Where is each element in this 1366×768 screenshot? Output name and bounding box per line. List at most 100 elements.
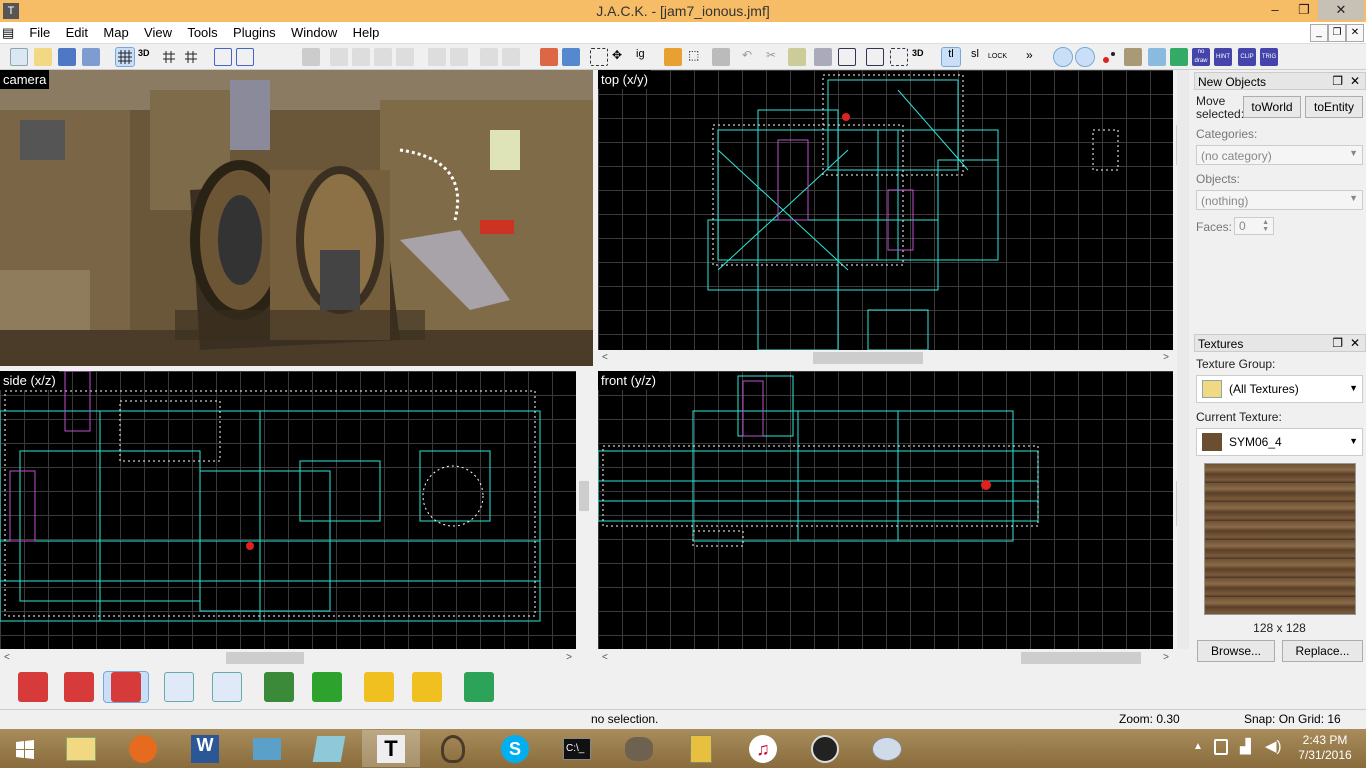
open-file-icon[interactable] [34,48,52,66]
ignore-groups-icon[interactable]: ig [636,48,654,66]
texture-preview[interactable] [1204,463,1356,615]
texture-lock-toggle-icon[interactable]: tl [941,47,961,67]
objects-select[interactable]: (nothing) ▼ [1196,190,1363,210]
vertex-tool-icon[interactable] [464,672,494,702]
3d-grid-icon[interactable]: 3D [138,48,156,66]
path-tool-icon[interactable] [1075,47,1095,67]
cube-icon[interactable]: ⬚ [688,48,706,66]
front-hscroll-thumb[interactable] [1021,652,1141,664]
player-icon[interactable] [1124,48,1142,66]
stepper-arrows-icon[interactable]: ▲ ▼ [1262,219,1269,233]
menu-help[interactable]: Help [347,22,386,43]
menu-view[interactable]: View [138,22,178,43]
texture-group-select[interactable]: (All Textures) ▼ [1196,375,1363,403]
entity-tool-icon[interactable] [164,672,194,702]
flip-horizontal-icon[interactable] [428,48,446,66]
app-icon-blue[interactable] [238,730,296,767]
camera-viewport[interactable]: camera [0,70,593,366]
scroll-right-icon[interactable]: > [566,650,572,666]
word-icon[interactable]: W [176,730,234,767]
close-panel-icon[interactable]: ✕ [1350,74,1360,88]
skype-icon[interactable]: S [486,730,544,767]
hollow-icon[interactable] [540,48,558,66]
side-vscroll-thumb[interactable] [579,481,589,511]
grid-toggle-icon[interactable] [115,47,135,67]
show-hidden-icons[interactable]: ▲ [1193,741,1203,752]
doc-close-button[interactable]: ✕ [1346,24,1364,42]
top-hscrollbar[interactable]: < > [598,350,1173,366]
align-bottom-icon[interactable] [396,48,414,66]
object-properties-icon[interactable] [712,48,730,66]
align-top-icon[interactable] [374,48,392,66]
camera-tool-icon[interactable] [103,671,149,703]
menu-edit[interactable]: Edit [60,22,94,43]
front-hscrollbar[interactable]: < > [598,650,1173,666]
flip-vertical-icon[interactable] [450,48,468,66]
doc-minimize-button[interactable]: _ [1310,24,1328,42]
new-file-icon[interactable] [10,48,28,66]
menu-file[interactable]: File [23,22,56,43]
grid-smaller-icon[interactable] [160,48,178,66]
menu-tools[interactable]: Tools [181,22,223,43]
scroll-left-icon[interactable]: < [602,350,608,366]
hint-texture-icon[interactable]: HINT [1214,48,1232,66]
maximize-button[interactable]: ❐ [1290,0,1318,20]
undo-icon[interactable]: ↶ [742,48,760,66]
paint-icon[interactable] [858,730,916,767]
copy-icon[interactable] [788,48,806,66]
menu-window[interactable]: Window [285,22,343,43]
paste-special-icon[interactable] [664,48,682,66]
app-icon-glass[interactable] [300,730,358,767]
lighting-icon[interactable] [1148,48,1166,66]
doc-icon[interactable]: ▤ [0,22,20,44]
align-right-icon[interactable] [352,48,370,66]
side-hscroll-thumb[interactable] [226,652,304,664]
carve-icon[interactable] [302,48,320,66]
side-viewport[interactable]: side (x/z) [0,371,576,649]
scroll-right-icon[interactable]: > [1163,650,1169,666]
top-viewport[interactable]: top (x/y) [598,70,1173,350]
quake-icon[interactable] [424,730,482,767]
close-button[interactable]: ✕ [1318,0,1364,20]
faces-stepper[interactable]: 0 ▲ ▼ [1234,217,1274,235]
side-vscrollbar[interactable] [576,371,592,649]
bounding-box-icon[interactable] [838,48,856,66]
to-world-button[interactable]: toWorld [1243,96,1301,118]
command-prompt-icon[interactable]: C:\_ [548,730,606,767]
select-box-icon[interactable] [590,48,608,66]
menu-map[interactable]: Map [97,22,134,43]
front-viewport[interactable]: front (y/z) [598,371,1173,649]
float-panel-icon[interactable]: ❐ [1332,74,1343,88]
ungroup-icon[interactable] [236,48,254,66]
top-hscroll-thumb[interactable] [813,352,923,364]
select-all-icon[interactable]: ✥ [612,48,630,66]
clock[interactable]: 2:43 PM 7/31/2016 [1290,733,1360,763]
menu-plugins[interactable]: Plugins [227,22,282,43]
clip-tool-bottom-icon[interactable] [412,672,442,702]
gimp-icon[interactable] [610,730,668,767]
minimize-button[interactable]: – [1260,0,1290,20]
entity-color-icon[interactable] [1100,48,1118,66]
jack-editor-icon[interactable]: T [362,730,420,767]
scroll-right-icon[interactable]: > [1163,350,1169,366]
to-entity-button[interactable]: toEntity [1305,96,1363,118]
toolbar-more-icon[interactable]: » [1026,48,1044,66]
panel-scrollbar[interactable] [1177,70,1189,350]
clip-texture-icon[interactable]: CLIP [1238,48,1256,66]
start-button[interactable] [0,730,50,767]
network-icon[interactable]: ▟ [1240,738,1251,755]
lock-icon[interactable]: LOCK [988,48,1007,66]
itunes-icon[interactable]: ♫ [734,730,792,767]
3d-view-icon[interactable]: 3D [912,48,930,66]
float-panel-icon[interactable]: ❐ [1332,336,1343,350]
scale-lock-icon[interactable]: sl [966,48,984,66]
rotate-right-icon[interactable] [502,48,520,66]
magnify-tool-icon[interactable] [64,672,94,702]
save-icon[interactable] [58,48,76,66]
doc-restore-button[interactable]: ❐ [1328,24,1346,42]
clip-tool-icon[interactable] [890,48,908,66]
close-panel-icon[interactable]: ✕ [1350,336,1360,350]
current-texture-select[interactable]: SYM06_4 ▼ [1196,428,1363,456]
decal-tool-icon[interactable] [364,672,394,702]
obs-icon[interactable] [796,730,854,767]
